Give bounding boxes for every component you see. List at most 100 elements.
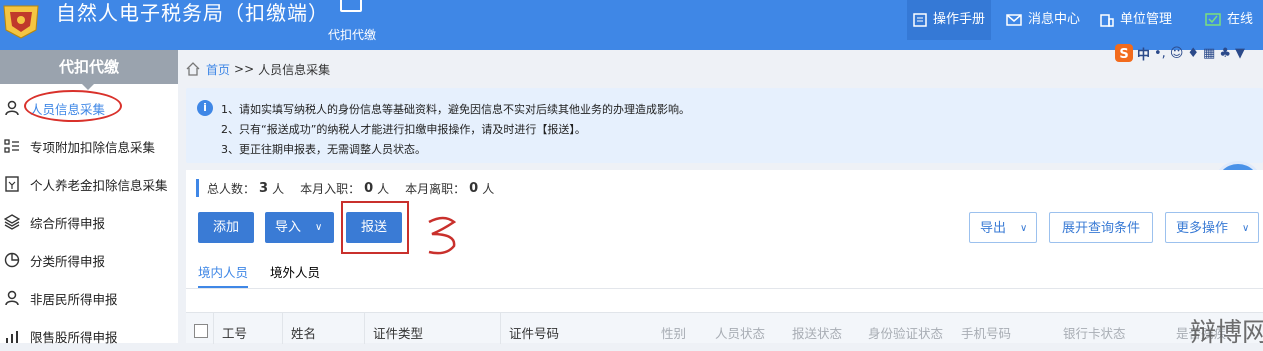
sidebar-item-restricted-shares[interactable]: 限售股所得申报 — [0, 321, 178, 351]
tab-domestic[interactable]: 境内人员 — [198, 262, 249, 288]
sidebar-item-label: 综合所得申报 — [30, 215, 106, 231]
breadcrumb-home-link[interactable]: 首页 — [206, 61, 230, 78]
column-header-gender[interactable]: 性别 — [661, 323, 686, 342]
tab-overseas[interactable]: 境外人员 — [270, 262, 320, 288]
online-check-icon — [1205, 13, 1221, 26]
person-icon — [5, 100, 19, 116]
wallet-icon — [340, 0, 362, 12]
annotation-circle — [24, 90, 122, 122]
notice-line-2: 2、只有“报送成功”的纳税人才能进行扣缴申报操作，请及时进行【报送】。 — [221, 123, 586, 136]
manual-button[interactable]: 操作手册 — [907, 0, 991, 40]
expand-query-button[interactable]: 展开查询条件 — [1049, 212, 1153, 243]
nav-tab-label: 代扣代缴 — [327, 28, 376, 42]
breadcrumb: 首页 >> 人员信息采集 — [186, 58, 330, 80]
sidebar-item-special-deduction[interactable]: 专项附加扣除信息采集 — [0, 131, 178, 161]
app-title: 自然人电子税务局（扣缴端） — [56, 1, 329, 25]
online-button[interactable]: 在线 — [1205, 0, 1253, 40]
notice-box: i 1、请如实填写纳税人的身份信息等基础资料，避免因信息不实对后续其他业务的办理… — [186, 88, 1263, 163]
punctuation-icon: •, — [1154, 45, 1166, 61]
export-dropdown[interactable]: 导出 ∨ — [969, 212, 1037, 243]
ime-toolbar[interactable]: S 中 •, ☺ ♦ ▦ ♣ ▼ — [1115, 42, 1245, 64]
add-button[interactable]: 添加 — [198, 212, 254, 243]
layers-icon — [4, 214, 20, 230]
notice-line-1: 1、请如实填写纳税人的身份信息等基础资料，避免因信息不实对后续其他业务的办理造成… — [221, 103, 690, 116]
svg-text:S: S — [1119, 47, 1128, 62]
sidebar-title: 代扣代缴 — [0, 50, 178, 90]
breadcrumb-current: 人员信息采集 — [258, 62, 331, 77]
sidebar-item-label: 非居民所得申报 — [30, 291, 118, 307]
leave-label: 本月离职： — [405, 181, 466, 196]
chevron-down-icon: ∨ — [1020, 223, 1028, 234]
chevron-down-icon: ∨ — [1242, 223, 1250, 234]
total-unit: 人 — [272, 181, 285, 196]
table-header: 工号 姓名 证件类型 证件号码 性别 人员状态 报送状态 身份验证状态 手机号码… — [186, 312, 1263, 344]
sidebar-item-pension-deduction[interactable]: 个人养老金扣除信息采集 — [0, 169, 178, 199]
sidebar-item-nonresident-income[interactable]: 非居民所得申报 — [0, 283, 178, 313]
building-icon — [1100, 14, 1114, 27]
ime-lang-label: 中 — [1137, 47, 1151, 63]
watermark: 辩博网 — [1190, 318, 1263, 348]
column-header-name[interactable]: 姓名 — [291, 323, 316, 342]
column-separator — [282, 313, 283, 344]
sidebar-item-label: 个人养老金扣除信息采集 — [30, 177, 168, 193]
more-actions-label: 更多操作 — [1176, 221, 1229, 236]
tools-icon: ♣ — [1219, 45, 1231, 61]
notice-line-3: 3、更正往期申报表，无需调整人员状态。 — [221, 143, 426, 156]
column-header-id-number[interactable]: 证件号码 — [509, 323, 559, 342]
emoji-icon: ☺ — [1169, 45, 1184, 61]
column-separator — [213, 313, 214, 344]
column-header-phone[interactable]: 手机号码 — [961, 323, 1011, 342]
chevron-down-icon: ∨ — [315, 222, 323, 233]
import-dropdown[interactable]: 导入 ∨ — [265, 212, 334, 243]
microphone-icon: ♦ — [1187, 45, 1200, 61]
sidebar-item-classified-income[interactable]: 分类所得申报 — [0, 245, 178, 275]
top-bar: 自然人电子税务局（扣缴端） 代扣代缴 操作手册 消息中心 单位管理 在线 — [0, 0, 1263, 50]
column-separator — [364, 313, 365, 344]
message-center-label: 消息中心 — [1028, 12, 1081, 27]
stats-summary: 总人数： 3 人 本月入职： 0 人 本月离职： 0 人 — [196, 179, 494, 197]
column-header-id-type[interactable]: 证件类型 — [373, 323, 423, 342]
list-icon — [4, 139, 19, 153]
unit-management-label: 单位管理 — [1120, 12, 1173, 27]
sogou-icon: S — [1115, 44, 1133, 62]
document-icon — [5, 176, 19, 192]
tab-divider — [186, 288, 1263, 289]
pie-icon — [4, 252, 20, 268]
sidebar-item-comprehensive-income[interactable]: 综合所得申报 — [0, 207, 178, 237]
info-icon: i — [197, 100, 213, 116]
column-separator — [500, 313, 501, 344]
export-label: 导出 — [980, 221, 1007, 236]
total-label: 总人数： — [207, 181, 256, 196]
annotation-number — [428, 216, 457, 255]
manual-label: 操作手册 — [932, 12, 985, 27]
keyboard-icon: ▦ — [1203, 45, 1216, 61]
tax-bureau-logo — [0, 0, 42, 42]
chart-icon — [6, 331, 18, 343]
unit-management-button[interactable]: 单位管理 — [1100, 0, 1172, 40]
home-icon — [186, 62, 200, 76]
join-count: 0 — [364, 180, 374, 196]
manual-icon — [913, 13, 927, 27]
total-count: 3 — [259, 180, 269, 196]
skin-icon: ▼ — [1235, 45, 1245, 61]
join-unit: 人 — [377, 181, 390, 196]
sidebar-item-label: 专项附加扣除信息采集 — [30, 139, 156, 155]
column-header-bank-card-status[interactable]: 银行卡状态 — [1063, 323, 1126, 342]
breadcrumb-separator: >> — [234, 62, 255, 76]
column-header-submit-status[interactable]: 报送状态 — [792, 323, 842, 342]
column-header-person-status[interactable]: 人员状态 — [715, 323, 765, 342]
sidebar-item-label: 分类所得申报 — [30, 253, 106, 269]
message-center-button[interactable]: 消息中心 — [1006, 0, 1080, 40]
join-label: 本月入职： — [300, 181, 361, 196]
annotation-box — [341, 201, 409, 254]
nav-tab-withholding[interactable]: 代扣代缴 — [322, 0, 382, 50]
leave-count: 0 — [469, 180, 479, 196]
person-icon — [5, 290, 19, 306]
online-label: 在线 — [1227, 12, 1254, 27]
select-all-checkbox[interactable] — [194, 324, 208, 338]
more-actions-dropdown[interactable]: 更多操作 ∨ — [1165, 212, 1259, 243]
column-header-id[interactable]: 工号 — [222, 323, 247, 342]
mail-icon — [1006, 14, 1022, 26]
import-label: 导入 — [275, 220, 302, 235]
column-header-verify-status[interactable]: 身份验证状态 — [868, 323, 943, 342]
